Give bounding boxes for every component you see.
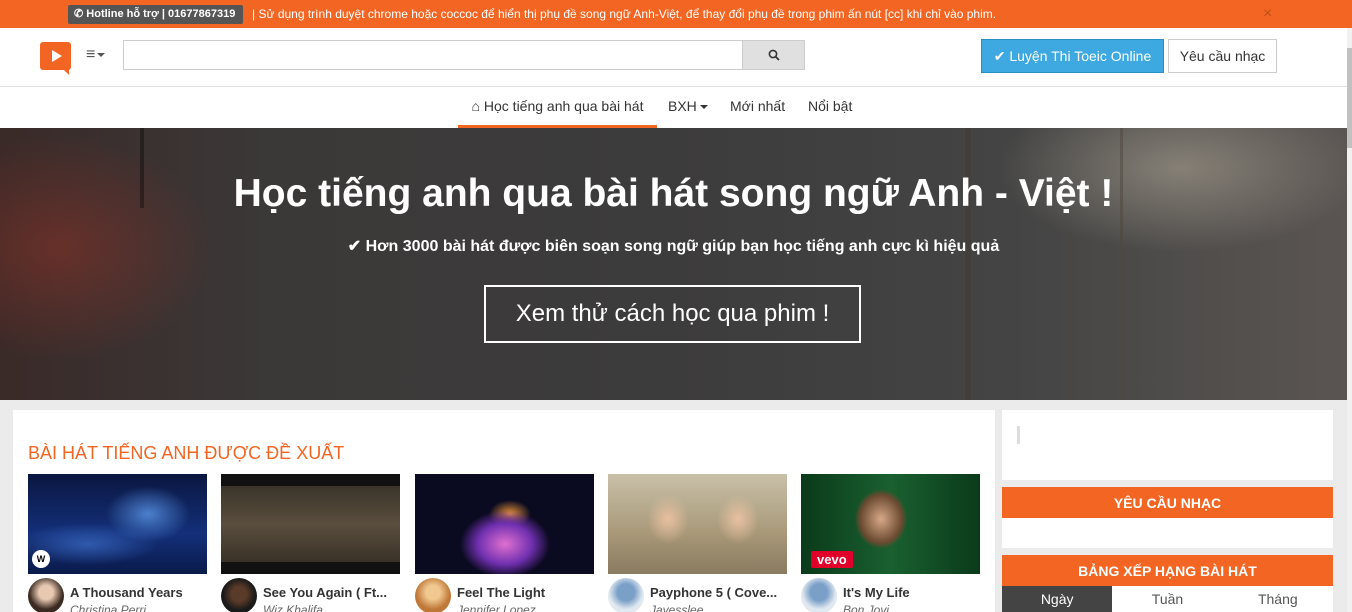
tab-week[interactable]: Tuần [1112,586,1222,612]
song-artist[interactable]: Bon Jovi [843,603,889,612]
song-thumbnail[interactable]: vevo [801,474,980,574]
avatar [221,578,257,612]
song-title[interactable]: Payphone 5 ( Cove... [650,585,777,600]
hamburger-icon: ≡ [86,46,96,63]
hotline-badge: ✆ Hotline hỗ trợ | 01677867319 [68,5,244,24]
header: ≡ ✔ Luyện Thi Toeic Online Yêu cầu nhạc [0,28,1352,87]
search-button[interactable] [742,40,805,70]
song-card[interactable]: Payphone 5 ( Cove... Jayesslee [608,474,787,612]
chart-heading: BẢNG XẾP HẠNG BÀI HÁT [1002,555,1333,586]
avatar [28,578,64,612]
hero-demo-button[interactable]: Xem thử cách học qua phim ! [484,285,861,343]
song-thumbnail[interactable] [415,474,594,574]
caret-down-icon [699,105,708,110]
song-artist[interactable]: Jayesslee [650,603,703,612]
song-card[interactable]: W A Thousand Years Christina Perri [28,474,207,612]
warner-logo: W [32,550,50,568]
notice-message: | Sử dụng trình duyệt chrome hoặc coccoc… [252,7,997,21]
section-title: BÀI HÁT TIẾNG ANH ĐƯỢC ĐỀ XUẤT [28,443,345,463]
close-icon[interactable]: × [1263,6,1272,22]
nav-newest-label: Mới nhất [730,98,786,114]
toeic-button[interactable]: ✔ Luyện Thi Toeic Online [981,39,1164,73]
sidebar-ad-box [1002,410,1333,480]
song-title[interactable]: Feel The Light [457,585,545,600]
main-nav: ⌂ Học tiếng anh qua bài hát BXH Mới nhất… [0,87,1352,128]
hero-banner: Học tiếng anh qua bài hát song ngữ Anh -… [0,128,1347,400]
request-music-panel [1002,518,1333,548]
search-icon [768,49,780,61]
check-icon: ✔ [993,47,1010,64]
avatar [608,578,644,612]
nav-chart-label: BXH [668,98,697,114]
song-title[interactable]: A Thousand Years [70,585,183,600]
page-scrollbar[interactable] [1347,28,1352,612]
caret-down-icon [97,52,106,57]
scrollbar-thumb[interactable] [1347,48,1352,148]
song-artist[interactable]: Christina Perri [70,603,146,612]
chart-tabs: Ngày Tuần Tháng [1002,586,1333,612]
song-artist[interactable]: Wiz Khalifa [263,603,323,612]
logo[interactable] [40,42,71,75]
notice-bar: ✆ Hotline hỗ trợ | 01677867319 | Sử dụng… [0,0,1352,28]
request-music-button[interactable]: Yêu cầu nhạc [1168,39,1277,73]
song-title[interactable]: It's My Life [843,585,910,600]
song-title[interactable]: See You Again ( Ft... [263,585,387,600]
song-card[interactable]: Feel The Light Jennifer Lopez [415,474,594,612]
vevo-badge: vevo [811,551,853,568]
home-icon: ⌂ [471,98,484,114]
song-thumbnail[interactable]: W [28,474,207,574]
recommended-section: BÀI HÁT TIẾNG ANH ĐƯỢC ĐỀ XUẤT W A Thous… [13,410,995,612]
song-card[interactable]: See You Again ( Ft... Wiz Khalifa [221,474,400,612]
hero-title: Học tiếng anh qua bài hát song ngữ Anh -… [233,172,1114,215]
nav-item-newest[interactable]: Mới nhất [730,87,785,128]
song-card[interactable]: vevo It's My Life Bon Jovi [801,474,980,612]
phone-icon: ✆ [74,8,87,20]
hotline-text: Hotline hỗ trợ | 01677867319 [86,8,236,20]
nav-home-label: Học tiếng anh qua bài hát [483,98,644,114]
toeic-button-label: Luyện Thi Toeic Online [1009,48,1152,64]
hero-subtitle-text: Hơn 3000 bài hát được biên soạn song ngữ… [365,238,1000,255]
request-music-label: Yêu cầu nhạc [1179,48,1266,64]
song-artist[interactable]: Jennifer Lopez [457,603,536,612]
avatar [801,578,837,612]
menu-toggle[interactable]: ≡ [86,46,106,64]
hero-subtitle: ✔ Hơn 3000 bài hát được biên soạn song n… [0,236,1347,256]
nav-item-home[interactable]: ⌂ Học tiếng anh qua bài hát [458,87,657,128]
nav-featured-label: Nổi bật [808,98,853,114]
tab-day[interactable]: Ngày [1002,586,1113,612]
nav-item-featured[interactable]: Nổi bật [808,87,852,128]
check-icon: ✔ [347,238,366,255]
request-music-heading: YÊU CẦU NHẠC [1002,487,1333,518]
tab-month[interactable]: Tháng [1223,586,1333,612]
search-input[interactable] [123,40,743,70]
song-thumbnail[interactable] [221,474,400,574]
nav-item-chart[interactable]: BXH [668,87,708,128]
song-thumbnail[interactable] [608,474,787,574]
avatar [415,578,451,612]
